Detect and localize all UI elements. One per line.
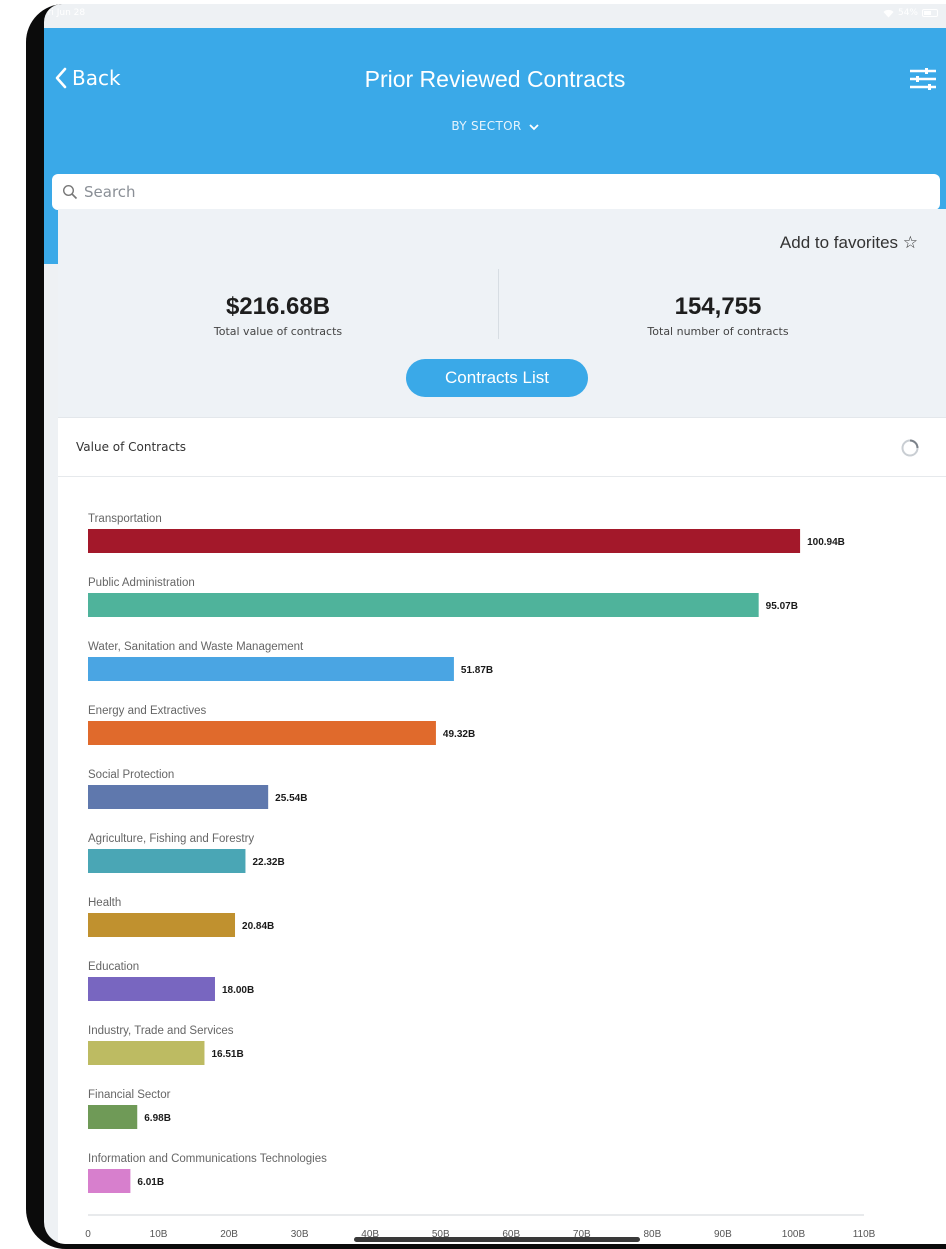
x-tick-label: 30B bbox=[291, 1229, 309, 1240]
bar bbox=[88, 913, 236, 937]
bar-value-label: 51.87B bbox=[461, 665, 493, 676]
x-tick-label: 0 bbox=[85, 1229, 91, 1240]
bar bbox=[88, 657, 454, 681]
search-box[interactable] bbox=[52, 174, 940, 210]
bar-category-label: Information and Communications Technolog… bbox=[88, 1153, 327, 1165]
bar-value-label: 22.32B bbox=[252, 857, 284, 868]
bar-value-label: 20.84B bbox=[242, 921, 274, 932]
kpi-total-number-amount: 154,755 bbox=[674, 293, 762, 320]
kpi-total-number-label: Total number of contracts bbox=[647, 325, 789, 338]
x-tick-label: 10B bbox=[150, 1229, 168, 1240]
bar-category-label: Public Administration bbox=[88, 577, 195, 589]
kpi-total-value-amount: $216.68B bbox=[225, 293, 331, 320]
bar-category-label: Industry, Trade and Services bbox=[88, 1025, 234, 1037]
bar-value-label: 6.01B bbox=[137, 1177, 164, 1188]
bar bbox=[88, 529, 801, 553]
battery-percent: 54% bbox=[897, 8, 918, 18]
filter-sliders-icon[interactable] bbox=[908, 66, 938, 92]
bar-category-label: Transportation bbox=[88, 513, 162, 525]
wifi-icon bbox=[883, 9, 894, 17]
bar bbox=[88, 721, 436, 745]
sector-dropdown[interactable]: BY SECTOR bbox=[44, 119, 946, 133]
bar-value-label: 100.94B bbox=[807, 537, 845, 548]
search-icon bbox=[62, 184, 78, 200]
bar-category-label: Social Protection bbox=[88, 769, 174, 781]
loading-spinner-icon bbox=[901, 439, 919, 457]
bar-value-label: 16.51B bbox=[211, 1049, 243, 1060]
bar-category-label: Education bbox=[88, 961, 139, 973]
app-screen: 4:39 PM Fri Jun 28 54% Back Prior Review… bbox=[44, 4, 946, 1244]
x-tick-label: 90B bbox=[714, 1229, 732, 1240]
contracts-list-button[interactable]: Contracts List bbox=[406, 359, 588, 397]
bar-value-label: 25.54B bbox=[275, 793, 307, 804]
x-tick-label: 80B bbox=[643, 1229, 661, 1240]
bar-category-label: Water, Sanitation and Waste Management bbox=[88, 641, 304, 653]
bar bbox=[88, 1105, 138, 1129]
bar-category-label: Financial Sector bbox=[88, 1089, 171, 1101]
status-time: 4:39 PM Fri Jun 28 bbox=[44, 8, 86, 18]
kpi-total-value: $216.68B Total value of contracts bbox=[58, 293, 498, 338]
bar bbox=[88, 785, 269, 809]
bar bbox=[88, 849, 246, 873]
status-bar: 4:39 PM Fri Jun 28 54% bbox=[44, 4, 946, 26]
x-tick-label: 100B bbox=[782, 1229, 806, 1240]
bar-value-label: 95.07B bbox=[766, 601, 798, 612]
kpi-total-number: 154,755 Total number of contracts bbox=[498, 293, 938, 338]
x-tick-label: 20B bbox=[220, 1229, 238, 1240]
summary-card: Add to favorites ☆ $216.68B Total value … bbox=[58, 209, 946, 417]
bar-category-label: Health bbox=[88, 897, 121, 909]
bar-category-label: Agriculture, Fishing and Forestry bbox=[88, 833, 254, 845]
bar bbox=[88, 593, 759, 617]
value-of-contracts-chart: Transportation 100.94B Public Administrati… bbox=[85, 513, 876, 1240]
chart-title: Value of Contracts bbox=[76, 440, 187, 454]
status-right: 54% bbox=[883, 8, 938, 18]
sector-dropdown-label: BY SECTOR bbox=[451, 119, 522, 133]
battery-icon bbox=[922, 9, 938, 17]
kpi-total-value-label: Total value of contracts bbox=[213, 325, 343, 338]
chart-card: Value of Contracts Transportation 100.94B… bbox=[58, 417, 946, 1244]
chevron-down-icon bbox=[528, 123, 539, 130]
bar bbox=[88, 1169, 131, 1193]
bar-category-label: Energy and Extractives bbox=[88, 705, 207, 717]
bar-value-label: 18.00B bbox=[222, 985, 254, 996]
x-tick-label: 110B bbox=[853, 1229, 876, 1240]
bar-value-label: 6.98B bbox=[144, 1113, 171, 1124]
page-title: Prior Reviewed Contracts bbox=[364, 66, 626, 92]
bar bbox=[88, 1041, 205, 1065]
bar bbox=[88, 977, 215, 1001]
home-indicator bbox=[354, 1237, 640, 1242]
add-to-favorites-button[interactable]: Add to favorites ☆ bbox=[780, 233, 918, 253]
search-input[interactable] bbox=[84, 183, 924, 201]
bar-value-label: 49.32B bbox=[443, 729, 475, 740]
